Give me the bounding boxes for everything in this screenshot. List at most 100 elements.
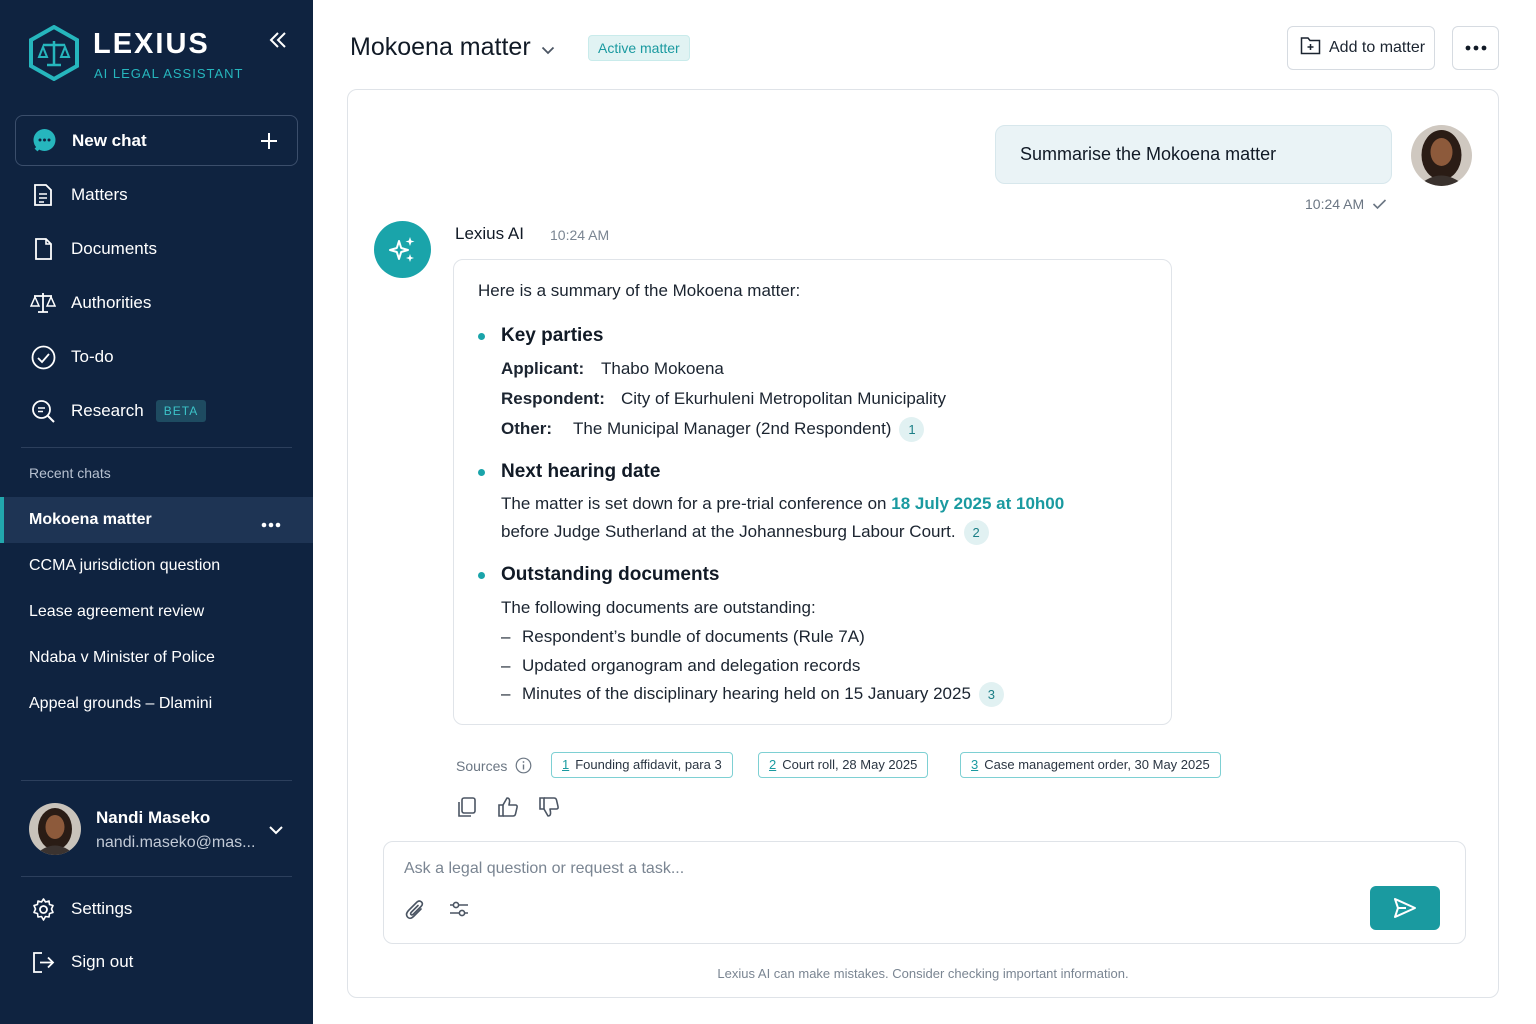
documents-intro: The following documents are outstanding:	[501, 598, 816, 617]
brand-tagline: AI LEGAL ASSISTANT	[94, 66, 244, 81]
sidebar-item-research[interactable]: Research BETA	[0, 389, 313, 433]
sidebar-divider	[21, 876, 292, 877]
recent-chat-item[interactable]: CCMA jurisdiction question	[0, 543, 313, 589]
sources-label: Sources	[456, 757, 532, 774]
citation-badge[interactable]: 3	[978, 682, 1004, 707]
collapse-sidebar-button[interactable]	[264, 28, 292, 52]
settings-label: Settings	[71, 899, 133, 918]
hearing-line-1: The matter is set down for a pre-trial c…	[501, 494, 1064, 514]
hearing-date-highlight: 18 July 2025 at 10h00	[891, 494, 1065, 513]
avatar	[29, 803, 81, 855]
other-value: The Municipal Manager (2nd Respondent)	[573, 418, 892, 438]
document-item-text: Minutes of the disciplinary hearing held…	[522, 683, 971, 703]
document-icon	[30, 236, 56, 262]
recent-chat-label: Appeal grounds – Dlamini	[29, 695, 213, 712]
document-list-item: – Updated organogram and delegation recor…	[501, 656, 860, 676]
thumbs-down-icon[interactable]	[538, 796, 560, 818]
disclaimer-text: Lexius AI can make mistakes. Consider ch…	[717, 966, 1129, 981]
folder-plus-icon	[1300, 36, 1321, 60]
recent-chats-title: Recent chats	[29, 465, 111, 481]
section-heading-parties: Key parties	[501, 325, 604, 346]
beta-badge: BETA	[155, 400, 207, 422]
sidebar-item-to-do[interactable]: To-do	[0, 335, 313, 379]
sidebar-item-label: Authorities	[71, 293, 152, 312]
source-label: Case management order, 30 May 2025	[984, 757, 1210, 772]
user-message-bubble: Summarise the Mokoena matter	[995, 125, 1392, 184]
info-icon	[515, 757, 532, 774]
citation-badge[interactable]: 1	[899, 417, 925, 442]
citation-badge[interactable]: 2	[963, 520, 989, 545]
send-button[interactable]	[1370, 886, 1440, 930]
respondent-value: City of Ekurhuleni Metropolitan Municipa…	[621, 389, 947, 408]
dash-marker: –	[501, 627, 511, 646]
section-heading-hearing: Next hearing date	[501, 461, 661, 482]
source-label: Court roll, 28 May 2025	[782, 757, 918, 772]
matter-title-dropdown[interactable]: Mokoena matter	[350, 33, 555, 62]
sidebar-item-matters[interactable]: Matters	[0, 173, 313, 217]
recent-chat-label: Lease agreement review	[29, 603, 205, 620]
source-number: 2	[769, 757, 777, 772]
sidebar-item-label: Matters	[71, 185, 128, 204]
check-icon	[1373, 199, 1387, 210]
double-chevron-left-icon	[269, 32, 286, 48]
user-time-text: 10:24 AM	[1305, 196, 1365, 212]
applicant-label: Applicant:	[501, 359, 585, 378]
other-label: Other:	[501, 418, 552, 438]
sidebar-item-documents[interactable]: Documents	[0, 227, 313, 271]
applicant-value: Thabo Mokoena	[601, 359, 724, 378]
hearing-line-2: before Judge Sutherland at the Johannesb…	[501, 520, 989, 545]
more-options-icon[interactable]	[261, 515, 281, 533]
recent-chat-item[interactable]: Lease agreement review	[0, 589, 313, 635]
recent-chat-label: Ndaba v Minister of Police	[29, 649, 215, 666]
thumbs-up-icon[interactable]	[497, 796, 519, 818]
sidebar-item-label: Research	[71, 401, 144, 420]
recent-chat-item[interactable]: Mokoena matter	[0, 497, 313, 543]
user-account-menu[interactable]: Nandi Maseko nandi.maseko@mas...	[29, 802, 299, 858]
hearing-text: The matter is set down for a pre-trial c…	[501, 494, 892, 513]
source-number: 1	[562, 757, 570, 772]
sparkles-icon	[388, 236, 414, 262]
sidebar-divider	[21, 447, 292, 448]
status-badge: Active matter	[588, 35, 690, 61]
respondent-row: Respondent: City of Ekurhuleni Metropolit…	[501, 389, 946, 409]
applicant-row: Applicant: Thabo Mokoena	[501, 359, 724, 379]
sidebar-item-authorities[interactable]: Authorities	[0, 281, 313, 325]
sidebar-item-label: Documents	[71, 239, 157, 258]
sign-out-button[interactable]: Sign out	[0, 940, 313, 984]
bullet-dot	[478, 333, 485, 340]
paperclip-icon[interactable]	[404, 898, 428, 922]
sign-out-icon	[30, 949, 56, 975]
message-timestamp: 10:24 AM	[1305, 196, 1387, 212]
lexius-logo-icon	[28, 24, 80, 82]
sliders-icon[interactable]	[448, 898, 472, 922]
more-horizontal-icon	[1465, 45, 1486, 51]
bullet-dot	[478, 469, 485, 476]
dash-marker: –	[501, 683, 511, 703]
scales-icon	[30, 290, 56, 316]
chevron-down-icon	[541, 33, 555, 62]
new-chat-button[interactable]: New chat	[15, 115, 298, 166]
ai-timestamp: 10:24 AM	[550, 227, 610, 243]
dash-marker: –	[501, 656, 511, 675]
source-chip[interactable]: 3 Case management order, 30 May 2025	[960, 752, 1221, 778]
file-lines-icon	[30, 182, 56, 208]
message-input[interactable]	[404, 856, 1304, 882]
settings-button[interactable]: Settings	[0, 887, 313, 931]
more-options-button[interactable]	[1452, 26, 1499, 70]
source-chip[interactable]: 2 Court roll, 28 May 2025	[758, 752, 929, 778]
source-chip[interactable]: 1 Founding affidavit, para 3	[551, 752, 733, 778]
source-number: 3	[971, 757, 979, 772]
search-doc-icon	[30, 398, 56, 424]
avatar	[1411, 125, 1472, 186]
chat-bubble-icon	[33, 129, 56, 152]
add-to-matter-button[interactable]: Add to matter	[1287, 26, 1435, 70]
source-label: Founding affidavit, para 3	[575, 757, 722, 772]
ai-avatar	[374, 221, 431, 278]
recent-chat-item[interactable]: Ndaba v Minister of Police	[0, 635, 313, 681]
document-item-text: Updated organogram and delegation record…	[522, 656, 861, 675]
recent-chat-item[interactable]: Appeal grounds – Dlamini	[0, 681, 313, 727]
copy-icon[interactable]	[456, 796, 478, 818]
user-name: Nandi Maseko	[96, 808, 211, 827]
respondent-label: Respondent:	[501, 389, 605, 408]
hearing-text-2: before Judge Sutherland at the Johannesb…	[501, 521, 956, 541]
